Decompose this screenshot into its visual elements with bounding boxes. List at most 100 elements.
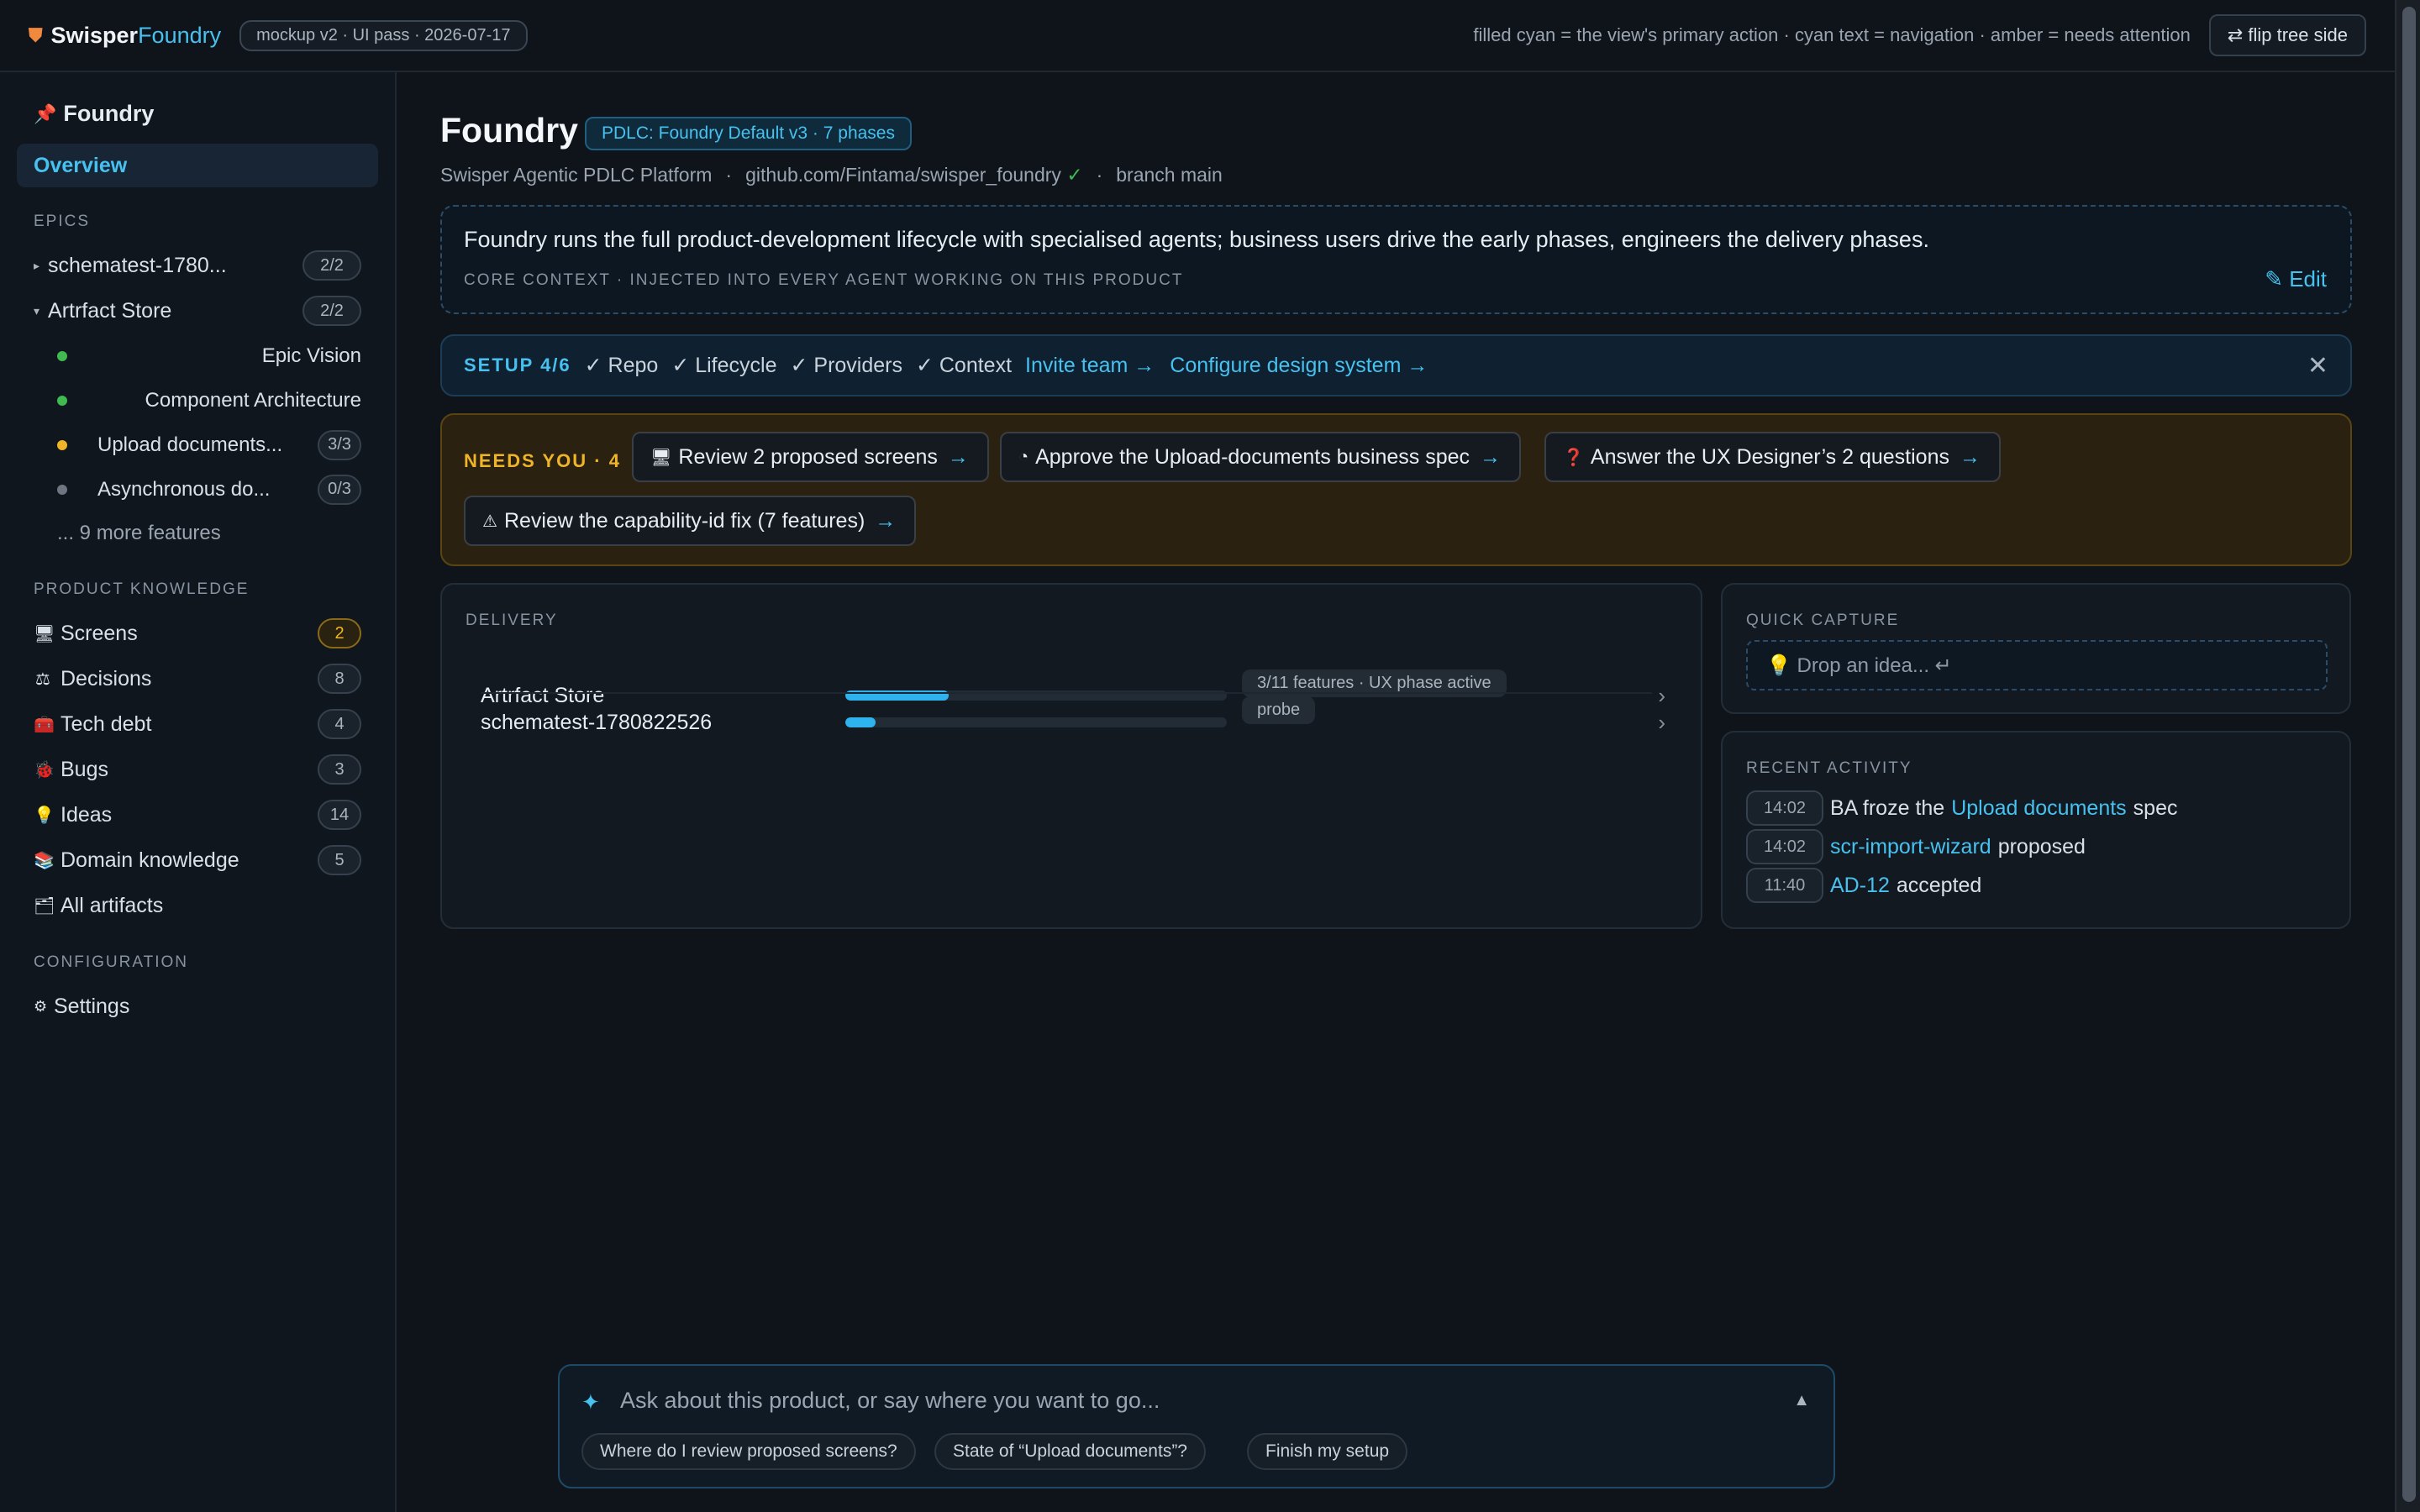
scrollbar-thumb[interactable] — [2402, 7, 2416, 1502]
ask-input[interactable]: Ask about this product, or say where you… — [620, 1388, 1160, 1414]
sidebar-item-domain-knowledge[interactable]: 📚 Domain knowledge 5 — [17, 837, 378, 883]
count-badge: 14 — [318, 800, 361, 830]
delivery-row-schematest[interactable]: schematest-1780822526 probe › — [481, 694, 1665, 751]
question-icon: ❓ — [1563, 448, 1584, 467]
activity-link[interactable]: scr-import-wizard — [1830, 835, 1991, 859]
repo-url: github.com/Fintama/swisper_foundry — [745, 164, 1061, 186]
caret-right-icon[interactable]: ▸ — [34, 259, 39, 273]
close-icon[interactable]: ✕ — [2307, 351, 2328, 381]
branch-label: branch main — [1116, 164, 1223, 186]
sidebar-epic-schematest[interactable]: ▸ schematest-1780... 2/2 — [17, 243, 378, 288]
folder-icon: 🗂 — [34, 896, 55, 916]
separator-dot: · — [725, 164, 733, 186]
sidebar: 📌 Foundry Overview EPICS ▸ schematest-17… — [0, 72, 397, 1512]
activity-text-before: BA froze the — [1830, 795, 1945, 820]
action-label: Approve the Upload-documents business sp… — [1035, 444, 1470, 469]
review-screens-action[interactable]: 🖥 Review 2 proposed screens → — [632, 432, 989, 482]
core-context-text: Foundry runs the full product-developmen… — [464, 227, 1929, 252]
progress-fill — [845, 717, 876, 727]
sidebar-item-ideas[interactable]: 💡 Ideas 14 — [17, 792, 378, 837]
delivery-label: DELIVERY — [466, 612, 558, 629]
invite-team-link[interactable]: Invite team → — [1025, 354, 1155, 378]
sidebar-item-decisions[interactable]: ⚖ Decisions 8 — [17, 656, 378, 701]
answer-questions-action[interactable]: ❓ Answer the UX Designer’s 2 questions → — [1544, 432, 2001, 482]
flip-tree-side-button[interactable]: ⇄ flip tree side — [2208, 14, 2366, 56]
epic-name: schematest-1780822526 — [481, 710, 713, 734]
status-dot — [57, 350, 67, 361]
activity-link[interactable]: Upload documents — [1951, 796, 2126, 821]
sidebar-feature-asynchronous[interactable]: Asynchronous do... 0/3 — [17, 467, 378, 512]
monitor-icon: 🖥 — [34, 624, 55, 643]
shield-icon: ⛊ — [29, 24, 43, 45]
approve-spec-action[interactable]: ◔ Approve the Upload-documents business … — [1000, 432, 1522, 482]
status-pill: probe — [1242, 696, 1316, 724]
product-name: Swisper Agentic PDLC Platform — [440, 164, 713, 186]
product-meta-row: Swisper Agentic PDLC Platform · github.c… — [440, 164, 2352, 186]
brand-name-foundry: Foundry — [138, 22, 222, 48]
sidebar-item-label: All artifacts — [60, 893, 164, 917]
sidebar-more-features-link[interactable]: ... 9 more features — [17, 512, 378, 555]
mockup-version-pill: mockup v2 · UI pass · 2026-07-17 — [239, 19, 528, 51]
edit-context-button[interactable]: ✎ Edit — [2265, 266, 2327, 292]
suggestion-chip[interactable]: Finish my setup — [1247, 1433, 1408, 1470]
sidebar-feature-component-architecture[interactable]: Component Architecture — [17, 378, 378, 423]
suggestion-chip[interactable]: State of “Upload documents”? — [934, 1433, 1206, 1470]
arrow-right-icon: → — [875, 508, 897, 533]
quick-capture-panel: QUICK CAPTURE 💡 Drop an idea... ↵ — [1721, 583, 2351, 714]
sidebar-item-all-artifacts[interactable]: 🗂 All artifacts — [17, 883, 378, 928]
top-bar: ⛊ Swisper Foundry mockup v2 · UI pass · 2… — [0, 0, 2395, 72]
check-icon: ✓ — [1066, 164, 1083, 186]
sparkle-icon: ✦ — [581, 1389, 600, 1415]
app-logo[interactable]: ⛊ Swisper Foundry — [29, 23, 221, 49]
expand-icon[interactable]: ▲ — [1793, 1391, 1810, 1410]
sidebar-epic-artrfact-store[interactable]: ▾ Artrfact Store 2/2 — [17, 288, 378, 333]
activity-item: 11:40 AD-12 accepted — [1746, 867, 1981, 904]
suggestion-chip[interactable]: Where do I review proposed screens? — [581, 1433, 916, 1470]
monitor-icon: 🖥 — [650, 448, 672, 467]
epic-count-badge: 2/2 — [302, 296, 361, 326]
configure-design-system-link[interactable]: Configure design system → — [1170, 354, 1428, 378]
activity-link[interactable]: AD-12 — [1830, 874, 1890, 898]
sidebar-item-label: Screens — [60, 621, 138, 645]
epic-count-badge: 2/2 — [302, 250, 361, 281]
setup-step-lifecycle: ✓ Lifecycle — [671, 354, 777, 377]
activity-item: 14:02 scr-import-wizard proposed — [1746, 828, 2086, 865]
setup-step-context: ✓ Context — [915, 354, 1013, 377]
sidebar-product-title[interactable]: 📌 Foundry — [17, 101, 378, 127]
sidebar-item-label: Tech debt — [60, 711, 152, 736]
review-capability-fix-action[interactable]: ⚠ Review the capability-id fix (7 featur… — [464, 496, 917, 546]
sidebar-item-tech-debt[interactable]: 🧰 Tech debt 4 — [17, 701, 378, 747]
count-badge: 5 — [318, 845, 361, 875]
sidebar-item-overview[interactable]: Overview — [17, 144, 378, 187]
sidebar-feature-upload-documents[interactable]: Upload documents... 3/3 — [17, 423, 378, 467]
feature-label: Upload documents... — [97, 433, 283, 456]
feature-count-badge: 3/3 — [318, 429, 361, 460]
sidebar-item-bugs[interactable]: 🐞 Bugs 3 — [17, 747, 378, 792]
epic-label: schematest-1780... — [48, 253, 227, 277]
product-knowledge-section-header: PRODUCT KNOWLEDGE — [34, 580, 250, 598]
activity-time: 14:02 — [1746, 790, 1823, 826]
chevron-right-icon[interactable]: › — [1658, 710, 1665, 736]
activity-text-after: spec — [2133, 795, 2178, 820]
activity-text-after: proposed — [1997, 834, 2086, 858]
count-badge: 4 — [318, 709, 361, 739]
pdlc-badge[interactable]: PDLC: Foundry Default v3 · 7 phases — [584, 116, 912, 150]
count-badge: 3 — [318, 754, 361, 785]
activity-time: 14:02 — [1746, 829, 1823, 864]
setup-progress-banner: SETUP 4/6 ✓ Repo ✓ Lifecycle ✓ Providers… — [440, 334, 2352, 396]
sidebar-item-screens[interactable]: 🖥 Screens 2 — [17, 611, 378, 656]
idea-capture-input[interactable]: 💡 Drop an idea... ↵ — [1746, 640, 2328, 690]
configuration-section-header: CONFIGURATION — [34, 953, 188, 971]
sidebar-item-settings[interactable]: ⚙ Settings — [17, 984, 378, 1029]
separator-dot: · — [1096, 164, 1103, 186]
repo-link[interactable]: github.com/Fintama/swisper_foundry ✓ — [745, 164, 1083, 186]
books-icon: 📚 — [34, 851, 55, 870]
delivery-panel: DELIVERY Artrfact Store 3/11 features · … — [440, 583, 1702, 929]
page-scrollbar[interactable] — [2395, 0, 2420, 1512]
feature-label: Component Architecture — [145, 388, 361, 412]
sidebar-feature-epic-vision[interactable]: Epic Vision — [17, 333, 378, 378]
action-label: Answer the UX Designer’s 2 questions — [1590, 444, 1949, 469]
main-content: Foundry PDLC: Foundry Default v3 · 7 pha… — [440, 72, 2352, 566]
caret-down-icon[interactable]: ▾ — [34, 304, 39, 318]
pushpin-icon: 📌 — [34, 102, 57, 124]
